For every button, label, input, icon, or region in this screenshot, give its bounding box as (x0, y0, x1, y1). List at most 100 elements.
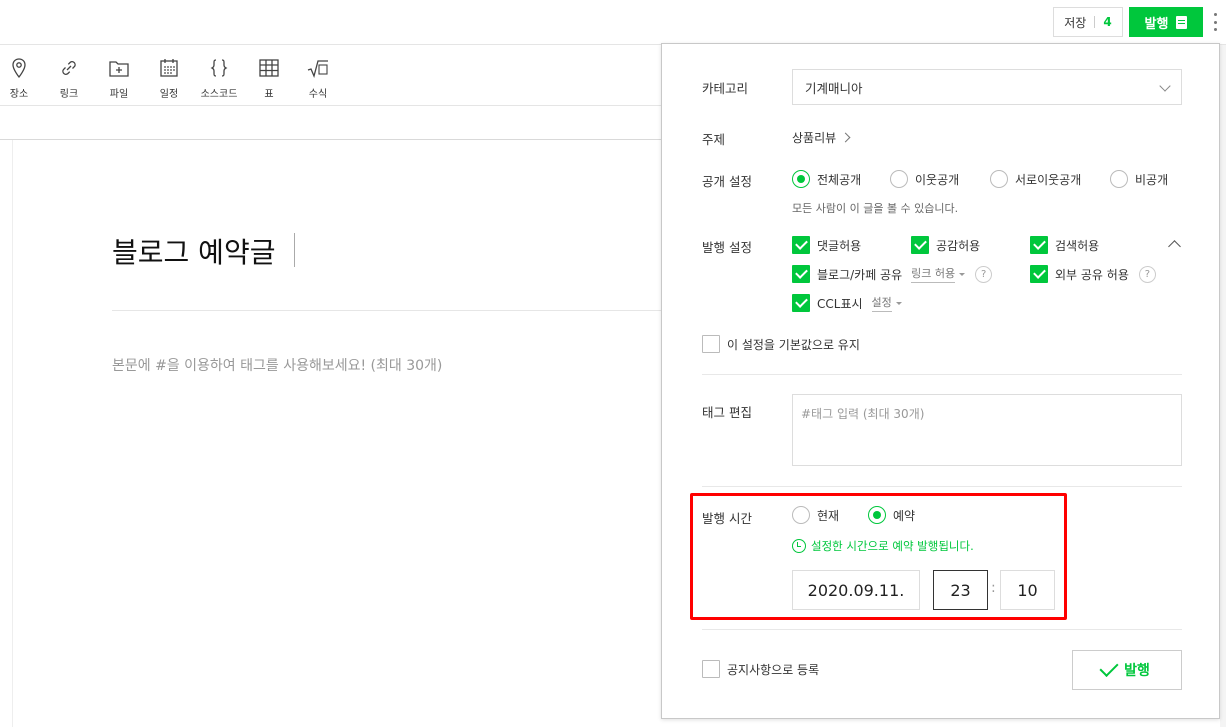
tool-file[interactable]: 파일 (97, 57, 141, 100)
checkbox (792, 294, 810, 312)
checkbox (1030, 265, 1048, 283)
check-label: 외부 공유 허용 (1055, 267, 1129, 282)
tool-label: 링크 (59, 89, 79, 100)
topic-label: 주제 (702, 132, 726, 147)
check-comments[interactable]: 댓글허용 (792, 236, 861, 254)
radio-circle (792, 506, 810, 524)
tool-source-code[interactable]: 소스코드 (197, 57, 241, 100)
link-permission-dropdown[interactable]: 링크 허용 (911, 265, 956, 283)
check-search[interactable]: 검색허용 (1030, 236, 1099, 254)
schedule-notice: 설정한 시간으로 예약 발행됩니다. (792, 538, 974, 554)
top-bar: 저장 4 발행 (0, 0, 1226, 45)
check-label: 검색허용 (1055, 238, 1100, 253)
editor-area[interactable] (12, 140, 662, 727)
check-keep-default[interactable]: 이 설정을 기본값으로 유지 (702, 335, 860, 353)
chevron-right-icon (840, 132, 851, 143)
radio-circle (990, 170, 1008, 188)
help-icon[interactable]: ? (975, 265, 993, 283)
checkmark-icon (1099, 657, 1119, 677)
caret-down-icon (895, 301, 902, 305)
tool-schedule[interactable]: 일정 (147, 57, 191, 100)
help-icon[interactable]: ? (1138, 265, 1156, 283)
check-label: 이 설정을 기본값으로 유지 (727, 337, 860, 352)
braces-icon (210, 59, 228, 77)
editor-toolbar: 장소 링크 파일 일정 소스코드 표 수식 (0, 45, 662, 106)
divider (1094, 16, 1096, 28)
alarm-clock-icon (792, 539, 806, 553)
more-options-icon[interactable] (1211, 13, 1219, 31)
check-external-share[interactable]: 외부 공유 허용 ? (1030, 265, 1156, 283)
save-button[interactable]: 저장 4 (1053, 7, 1123, 37)
scrollbar-track[interactable] (1220, 45, 1226, 727)
check-label: 공지사항으로 등록 (727, 662, 820, 677)
title-divider (112, 310, 662, 311)
topic-selector[interactable]: 상품리뷰 (792, 129, 851, 146)
radio-scheduled[interactable]: 예약 (868, 506, 915, 524)
save-count: 4 (1103, 15, 1112, 29)
radio-circle (1110, 170, 1128, 188)
tool-label: 소스코드 (200, 89, 238, 100)
divider (702, 486, 1182, 487)
date-picker[interactable]: 2020.09.11. (792, 570, 920, 610)
radio-circle (890, 170, 908, 188)
hour-select[interactable]: 23 (933, 570, 988, 610)
check-share-blog-cafe[interactable]: 블로그/카페 공유 링크 허용 ? (792, 265, 993, 283)
category-select[interactable]: 기계매니아 (792, 69, 1182, 105)
radio-mutual-neighbors[interactable]: 서로이웃공개 (990, 170, 1081, 188)
tag-edit-label: 태그 편집 (702, 405, 752, 420)
radio-circle (792, 170, 810, 188)
save-label: 저장 (1064, 15, 1087, 30)
radio-label: 이웃공개 (915, 172, 960, 187)
ccl-settings-dropdown[interactable]: 설정 (871, 294, 892, 312)
radio-private[interactable]: 비공개 (1110, 170, 1168, 188)
radio-now[interactable]: 현재 (792, 506, 839, 524)
sqrt-icon (307, 60, 328, 78)
tag-input[interactable]: #태그 입력 (최대 30개) (792, 394, 1182, 466)
radio-circle (868, 506, 886, 524)
check-likes[interactable]: 공감허용 (911, 236, 980, 254)
publish-time-label: 발행 시간 (702, 511, 752, 526)
time-separator: : (991, 580, 996, 596)
category-value: 기계매니아 (805, 80, 863, 96)
check-label: 공감허용 (936, 238, 981, 253)
checkbox (702, 660, 720, 678)
check-register-notice[interactable]: 공지사항으로 등록 (702, 660, 819, 678)
tool-label: 장소 (9, 89, 29, 100)
final-publish-button[interactable]: 발행 (1072, 650, 1182, 690)
final-publish-label: 발행 (1124, 663, 1150, 679)
radio-label: 전체공개 (817, 172, 862, 187)
publish-button[interactable]: 발행 (1129, 7, 1203, 37)
radio-public[interactable]: 전체공개 (792, 170, 861, 188)
tool-location[interactable]: 장소 (0, 57, 41, 100)
category-label: 카테고리 (702, 81, 749, 96)
schedule-notice-text: 설정한 시간으로 예약 발행됩니다. (811, 539, 974, 553)
divider (702, 629, 1182, 630)
text-caret (294, 233, 295, 267)
tool-formula[interactable]: 수식 (296, 57, 340, 100)
caret-down-icon (959, 272, 966, 276)
check-ccl[interactable]: CCL표시 설정 (792, 294, 902, 312)
radio-neighbors[interactable]: 이웃공개 (890, 170, 959, 188)
checkbox (1030, 236, 1048, 254)
radio-label: 비공개 (1135, 172, 1169, 187)
tool-link[interactable]: 링크 (47, 57, 91, 100)
radio-label: 현재 (817, 508, 840, 523)
file-add-icon (109, 61, 129, 77)
topic-value: 상품리뷰 (792, 131, 837, 145)
calendar-icon (160, 59, 178, 77)
tool-label: 수식 (308, 89, 328, 100)
publish-settings-label: 발행 설정 (702, 240, 752, 255)
check-label: 블로그/카페 공유 (817, 267, 903, 282)
checkbox (911, 236, 929, 254)
tool-label: 표 (264, 89, 274, 100)
minute-select[interactable]: 10 (1000, 570, 1055, 610)
tag-hint: 본문에 #을 이용하여 태그를 사용해보세요! (최대 30개) (112, 358, 443, 374)
post-title[interactable]: 블로그 예약글 (112, 231, 275, 271)
tool-table[interactable]: 표 (247, 57, 291, 100)
sub-toolbar (0, 106, 662, 140)
publish-panel: 카테고리 기계매니아 주제 상품리뷰 공개 설정 전체공개 이웃공개 서로이웃공… (661, 43, 1220, 719)
chevron-up-icon[interactable] (1168, 240, 1181, 253)
tool-label: 일정 (159, 89, 179, 100)
publish-label: 발행 (1144, 16, 1169, 32)
radio-label: 서로이웃공개 (1015, 172, 1082, 187)
